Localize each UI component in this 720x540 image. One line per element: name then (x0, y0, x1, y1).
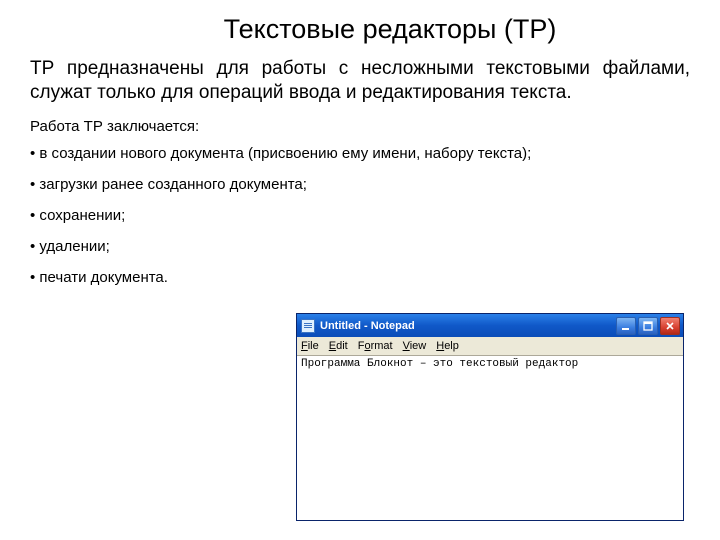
menu-help[interactable]: Help (436, 340, 459, 352)
list-item: в создании нового документа (присвоению … (30, 145, 690, 162)
notepad-app-icon (301, 319, 315, 333)
list-item: удалении; (30, 238, 690, 255)
maximize-button[interactable] (638, 317, 658, 335)
menu-edit-label: dit (336, 340, 348, 352)
menu-bar: File Edit Format View Help (297, 337, 683, 356)
titlebar[interactable]: Untitled - Notepad (297, 314, 683, 337)
list-item: печати документа. (30, 269, 690, 286)
lead-paragraph: ТР предназначены для работы с несложными… (30, 57, 690, 106)
text-area[interactable] (297, 356, 683, 520)
subheading: Работа ТР заключается: (30, 118, 690, 135)
notepad-window: Untitled - Notepad File Edit Format View… (296, 313, 684, 521)
menu-view[interactable]: View (403, 340, 427, 352)
menu-format-label: rmat (371, 340, 393, 352)
menu-file[interactable]: File (301, 340, 319, 352)
slide: Текстовые редакторы (ТР) ТР предназначен… (0, 0, 720, 286)
window-title: Untitled - Notepad (320, 320, 616, 332)
slide-title: Текстовые редакторы (ТР) (90, 14, 690, 45)
list-item: сохранении; (30, 207, 690, 224)
menu-format[interactable]: Format (358, 340, 393, 352)
list-item: загрузки ранее созданного документа; (30, 176, 690, 193)
menu-file-label: ile (308, 340, 319, 352)
menu-help-label: elp (444, 340, 459, 352)
minimize-button[interactable] (616, 317, 636, 335)
close-button[interactable] (660, 317, 680, 335)
window-buttons (616, 317, 680, 335)
menu-edit[interactable]: Edit (329, 340, 348, 352)
bullet-list: в создании нового документа (присвоению … (30, 145, 690, 286)
menu-view-label: iew (410, 340, 427, 352)
